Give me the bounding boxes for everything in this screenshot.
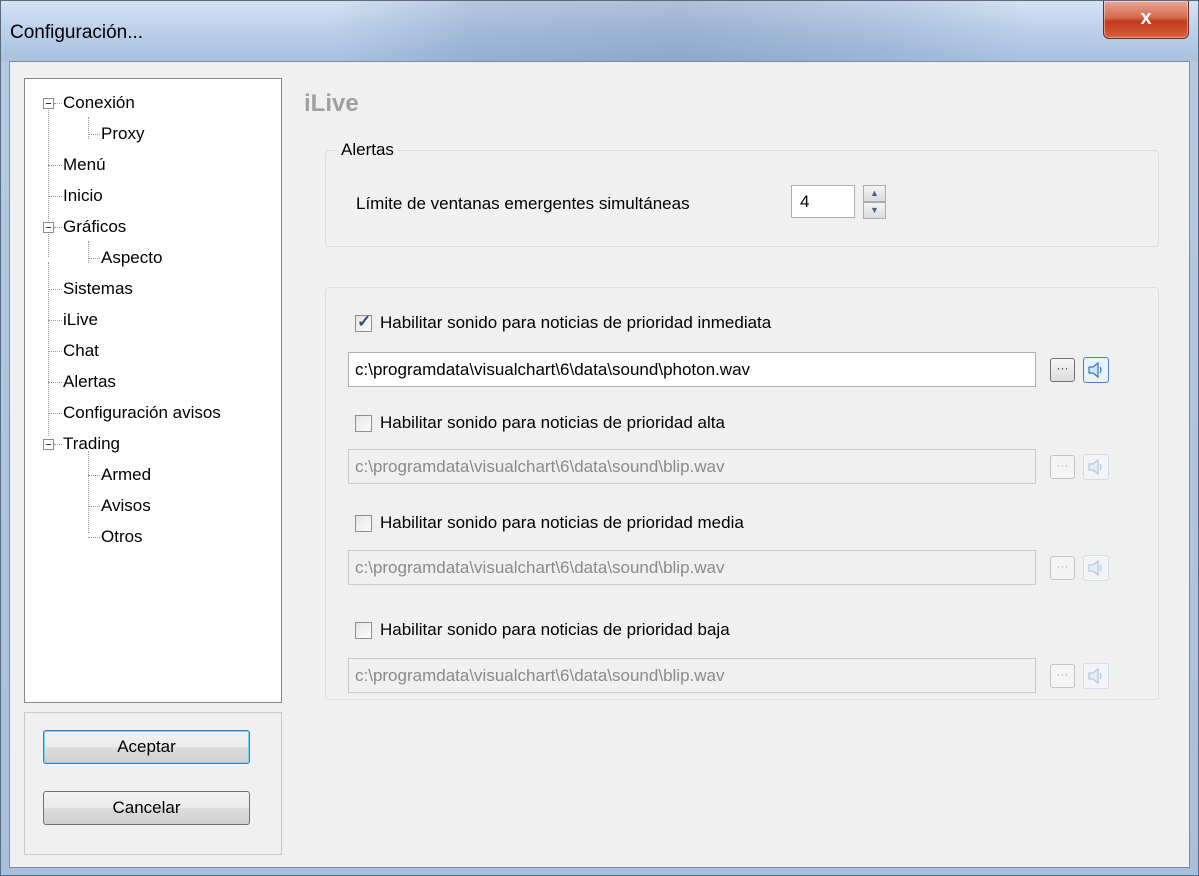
tree-item-graficos[interactable]: Gráficos xyxy=(63,214,126,240)
tree-connector xyxy=(48,196,62,197)
spin-down-button[interactable]: ▼ xyxy=(863,202,886,219)
title-bar[interactable]: Configuración... x xyxy=(1,1,1198,61)
sound-high-play-icon[interactable] xyxy=(1083,454,1109,480)
sound-immediate-browse-button[interactable]: ··· xyxy=(1050,358,1075,382)
tree-connector xyxy=(54,103,62,104)
tree-connector xyxy=(54,227,62,228)
sound-low-label: Habilitar sonido para noticias de priori… xyxy=(380,620,730,639)
popup-limit-input[interactable]: 4 xyxy=(791,185,855,218)
tree-connector xyxy=(48,105,49,257)
tree-connector xyxy=(48,351,62,352)
sound-medium-play-icon[interactable] xyxy=(1083,555,1109,581)
sound-medium-label: Habilitar sonido para noticias de priori… xyxy=(380,513,744,532)
dialog-window: Configuración... x Conexión Proxy Menú I… xyxy=(0,0,1199,876)
tree-item-ilive[interactable]: iLive xyxy=(63,307,98,333)
tree-connector xyxy=(88,258,100,259)
tree-connector xyxy=(88,506,100,507)
tree-item-trading[interactable]: Trading xyxy=(63,431,120,457)
tree-item-aspecto[interactable]: Aspecto xyxy=(101,245,162,271)
tree-item-configuracion-avisos[interactable]: Configuración avisos xyxy=(63,400,221,426)
tree-connector xyxy=(88,537,100,538)
cancel-button[interactable]: Cancelar xyxy=(43,791,250,825)
tree-item-conexion[interactable]: Conexión xyxy=(63,90,135,116)
sound-medium-path-input[interactable]: c:\programdata\visualchart\6\data\sound\… xyxy=(348,550,1036,585)
tree-connector xyxy=(88,117,89,139)
tree-item-chat[interactable]: Chat xyxy=(63,338,99,364)
collapse-icon[interactable] xyxy=(43,439,54,450)
sound-high-checkbox[interactable] xyxy=(355,415,372,432)
tree-connector xyxy=(48,165,62,166)
dialog-buttons-panel: Aceptar Cancelar xyxy=(24,712,282,855)
popup-limit-label: Límite de ventanas emergentes simultánea… xyxy=(356,194,690,213)
collapse-icon[interactable] xyxy=(43,222,54,233)
spin-up-button[interactable]: ▲ xyxy=(863,185,886,202)
settings-tree[interactable]: Conexión Proxy Menú Inicio Gráficos Aspe… xyxy=(24,78,282,703)
sound-high-browse-button[interactable]: ··· xyxy=(1050,455,1075,479)
tree-item-menu[interactable]: Menú xyxy=(63,152,106,178)
window-title: Configuración... xyxy=(10,22,144,43)
alerts-group-legend: Alertas xyxy=(337,140,398,160)
tree-connector xyxy=(48,382,62,383)
sound-high-label: Habilitar sonido para noticias de priori… xyxy=(380,413,725,432)
page-title: iLive xyxy=(304,90,359,117)
collapse-icon[interactable] xyxy=(43,98,54,109)
tree-item-alertas[interactable]: Alertas xyxy=(63,369,116,395)
sound-low-browse-button[interactable]: ··· xyxy=(1050,664,1075,688)
sound-medium-browse-button[interactable]: ··· xyxy=(1050,556,1075,580)
tree-item-inicio[interactable]: Inicio xyxy=(63,183,103,209)
title-bar-background xyxy=(331,1,1031,61)
sound-low-path-input[interactable]: c:\programdata\visualchart\6\data\sound\… xyxy=(348,658,1036,693)
sound-immediate-checkbox[interactable] xyxy=(355,312,372,332)
sound-immediate-path-input[interactable]: c:\programdata\visualchart\6\data\sound\… xyxy=(348,352,1036,387)
tree-connector xyxy=(88,475,100,476)
tree-item-armed[interactable]: Armed xyxy=(101,462,151,488)
tree-item-avisos[interactable]: Avisos xyxy=(101,493,151,519)
accept-button[interactable]: Aceptar xyxy=(43,730,250,764)
tree-connector xyxy=(54,444,62,445)
tree-connector xyxy=(88,134,100,135)
dialog-client-area: Conexión Proxy Menú Inicio Gráficos Aspe… xyxy=(9,61,1190,868)
tree-connector xyxy=(48,289,62,290)
sound-immediate-play-icon[interactable] xyxy=(1083,357,1109,383)
close-button[interactable]: x xyxy=(1103,1,1189,39)
sound-immediate-label: Habilitar sonido para noticias de priori… xyxy=(380,313,772,332)
sound-low-checkbox[interactable] xyxy=(355,622,372,639)
sound-medium-checkbox[interactable] xyxy=(355,515,372,532)
tree-item-proxy[interactable]: Proxy xyxy=(101,121,144,147)
sound-high-path-input[interactable]: c:\programdata\visualchart\6\data\sound\… xyxy=(348,449,1036,484)
tree-connector xyxy=(88,451,89,533)
tree-item-otros[interactable]: Otros xyxy=(101,524,143,550)
tree-connector xyxy=(48,413,62,414)
tree-item-sistemas[interactable]: Sistemas xyxy=(63,276,133,302)
tree-connector xyxy=(48,320,62,321)
tree-connector xyxy=(88,241,89,263)
sound-low-play-icon[interactable] xyxy=(1083,663,1109,689)
